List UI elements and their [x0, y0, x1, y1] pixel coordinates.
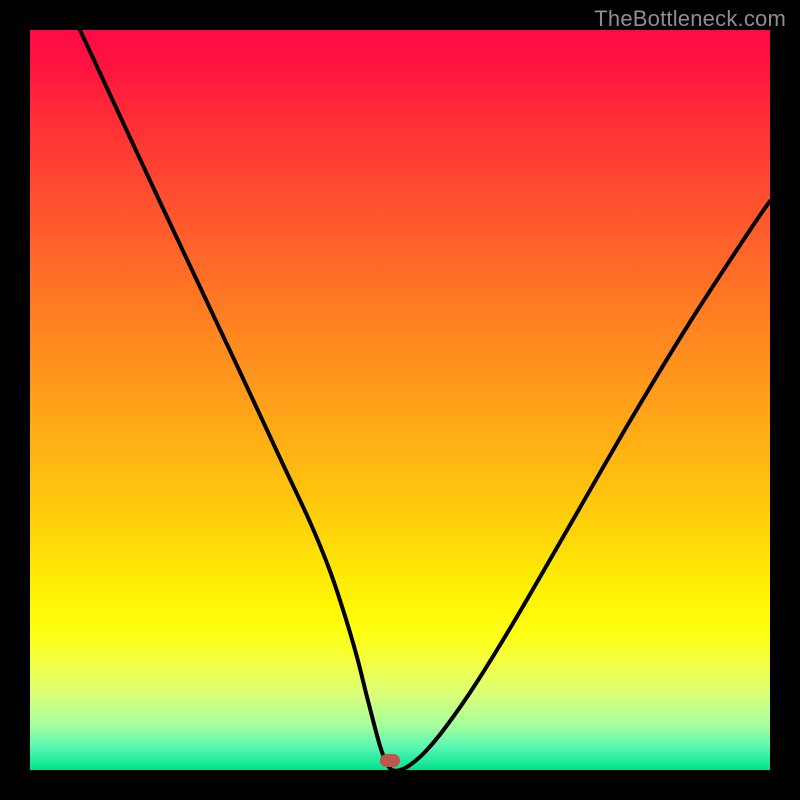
plot-area [30, 30, 770, 770]
watermark-text: TheBottleneck.com [594, 6, 786, 32]
outer-frame: TheBottleneck.com [0, 0, 800, 800]
optimum-marker-icon [380, 754, 400, 767]
bottleneck-curve [30, 30, 770, 770]
